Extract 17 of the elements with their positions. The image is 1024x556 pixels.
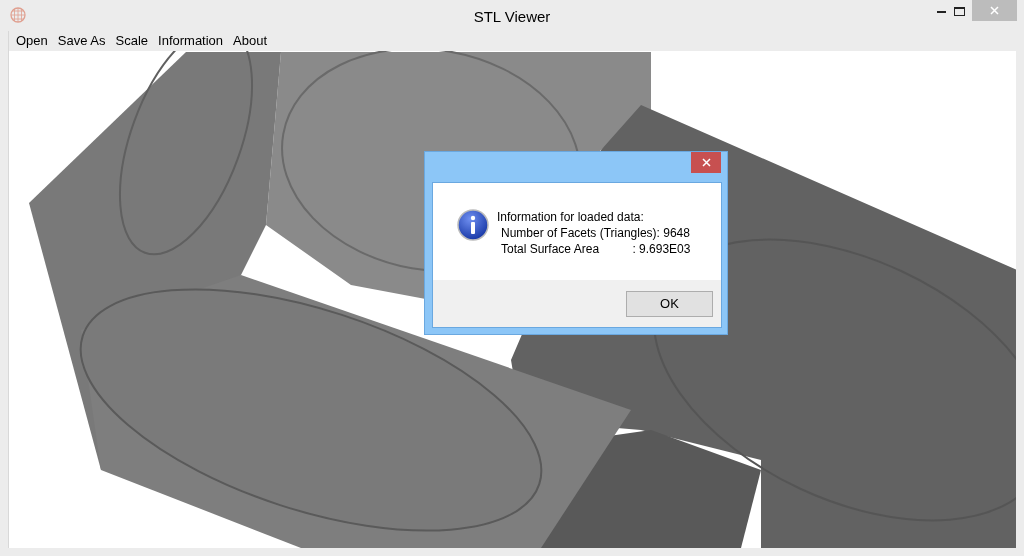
message-text: Number of Facets (Triangles): 9648 [500, 225, 691, 241]
dialog-close-button[interactable] [691, 152, 721, 173]
info-icon [457, 209, 489, 241]
minimize-icon [936, 9, 946, 13]
menu-item[interactable]: About [228, 32, 273, 50]
menu-item[interactable]: Scale [110, 32, 154, 50]
menu-item[interactable]: Open [11, 32, 53, 50]
close-icon [990, 6, 999, 15]
message-text: Total Surface Area : 9.693E03 [500, 241, 691, 257]
message-text: Information for loaded data: [497, 209, 645, 225]
menu-item[interactable]: Information [153, 32, 229, 50]
window-title: STL Viewer [472, 7, 552, 27]
menu-item[interactable]: Save As [52, 32, 111, 50]
app-icon [10, 7, 26, 23]
maximize-icon [953, 6, 965, 16]
ok-button[interactable]: OK [626, 291, 713, 317]
close-icon [701, 158, 711, 167]
